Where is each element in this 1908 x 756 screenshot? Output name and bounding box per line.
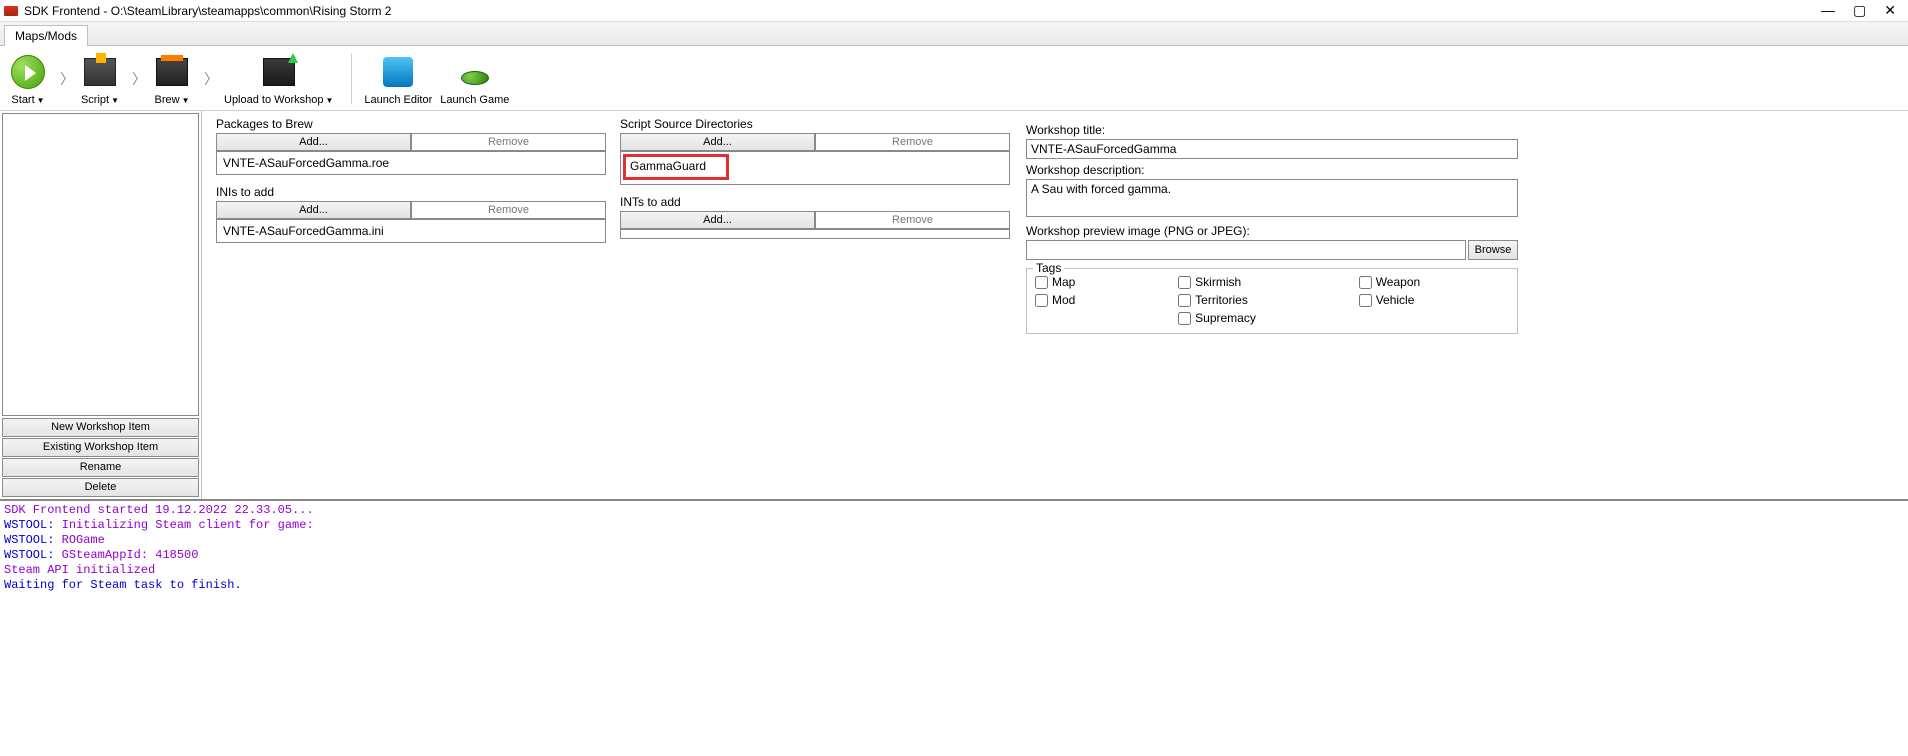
console-line: WSTOOL: GSteamAppId: 418500 — [4, 548, 1904, 563]
new-workshop-item-button[interactable]: New Workshop Item — [2, 418, 199, 437]
play-icon — [11, 55, 45, 89]
ints-remove-button[interactable]: Remove — [815, 211, 1010, 229]
console-line: WSTOOL: Initializing Steam client for ga… — [4, 518, 1904, 533]
packages-add-button[interactable]: Add... — [216, 133, 411, 151]
start-button[interactable]: Start▼ — [8, 52, 48, 106]
tab-maps-mods[interactable]: Maps/Mods — [4, 25, 88, 46]
tags-legend: Tags — [1033, 261, 1064, 275]
tag-territories[interactable]: Territories — [1178, 293, 1345, 307]
upload-icon — [263, 58, 295, 86]
script-button[interactable]: Script▼ — [80, 52, 120, 106]
workshop-title-input[interactable] — [1026, 139, 1518, 159]
brew-icon — [156, 58, 188, 86]
tag-skirmish[interactable]: Skirmish — [1178, 275, 1345, 289]
tags-group: Tags Map Skirmish Weapon Mod Territories… — [1026, 268, 1518, 334]
titlebar: SDK Frontend - O:\SteamLibrary\steamapps… — [0, 0, 1908, 22]
console-output[interactable]: SDK Frontend started 19.12.2022 22.33.05… — [0, 499, 1908, 749]
ints-add-button[interactable]: Add... — [620, 211, 815, 229]
launch-game-button[interactable]: Launch Game — [440, 52, 509, 106]
scripts-add-button[interactable]: Add... — [620, 133, 815, 151]
editor-icon — [383, 57, 413, 87]
window-title: SDK Frontend - O:\SteamLibrary\steamapps… — [24, 4, 1821, 18]
panel-title: Script Source Directories — [620, 117, 1010, 131]
workshop-preview-input[interactable] — [1026, 240, 1466, 260]
left-panel: New Workshop Item Existing Workshop Item… — [0, 111, 202, 499]
maximize-button[interactable]: ▢ — [1853, 2, 1866, 19]
toolbar: Start▼ 〉 Script▼ 〉 Brew▼ 〉 Upload to Wor… — [0, 46, 1908, 111]
workshop-desc-label: Workshop description: — [1026, 163, 1518, 177]
tag-vehicle[interactable]: Vehicle — [1359, 293, 1509, 307]
inis-add-button[interactable]: Add... — [216, 201, 411, 219]
packages-remove-button[interactable]: Remove — [411, 133, 606, 151]
inis-list[interactable]: VNTE-ASauForcedGamma.ini — [216, 219, 606, 243]
rename-button[interactable]: Rename — [2, 458, 199, 477]
console-line: SDK Frontend started 19.12.2022 22.33.05… — [4, 503, 1904, 518]
browse-button[interactable]: Browse — [1468, 240, 1518, 260]
close-button[interactable]: ✕ — [1884, 2, 1896, 19]
chevron-icon: 〉 — [60, 69, 74, 89]
panel-title: Packages to Brew — [216, 117, 606, 131]
panel-title: INIs to add — [216, 185, 606, 199]
workshop-properties: Workshop title: Workshop description: A … — [1024, 117, 1522, 493]
console-line: WSTOOL: ROGame — [4, 533, 1904, 548]
existing-workshop-item-button[interactable]: Existing Workshop Item — [2, 438, 199, 457]
panel-title: INTs to add — [620, 195, 1010, 209]
tag-map[interactable]: Map — [1035, 275, 1164, 289]
ribbon-tabs: Maps/Mods — [0, 22, 1908, 46]
scripts-panel: Script Source Directories Add... Remove … — [620, 117, 1010, 185]
workshop-title-label: Workshop title: — [1026, 123, 1518, 137]
console-line: Waiting for Steam task to finish. — [4, 578, 1904, 593]
tag-weapon[interactable]: Weapon — [1359, 275, 1509, 289]
separator — [351, 54, 352, 104]
console-line: Steam API initialized — [4, 563, 1904, 578]
list-item[interactable]: VNTE-ASauForcedGamma.roe — [223, 156, 599, 170]
packages-list[interactable]: VNTE-ASauForcedGamma.roe — [216, 151, 606, 175]
packages-panel: Packages to Brew Add... Remove VNTE-ASau… — [216, 117, 606, 175]
chevron-icon: 〉 — [204, 69, 218, 89]
minimize-button[interactable]: — — [1821, 2, 1835, 19]
ints-list[interactable] — [620, 229, 1010, 239]
launch-editor-button[interactable]: Launch Editor — [364, 52, 432, 106]
ints-panel: INTs to add Add... Remove — [620, 195, 1010, 239]
app-icon — [4, 6, 18, 16]
list-item[interactable]: VNTE-ASauForcedGamma.ini — [223, 224, 599, 238]
workshop-items-tree[interactable] — [2, 113, 199, 416]
tag-mod[interactable]: Mod — [1035, 293, 1164, 307]
brew-button[interactable]: Brew▼ — [152, 52, 192, 106]
workshop-preview-label: Workshop preview image (PNG or JPEG): — [1026, 224, 1518, 238]
list-item[interactable]: GammaGuard — [623, 154, 729, 180]
upload-button[interactable]: Upload to Workshop▼ — [224, 52, 333, 106]
delete-button[interactable]: Delete — [2, 478, 199, 497]
scripts-remove-button[interactable]: Remove — [815, 133, 1010, 151]
inis-remove-button[interactable]: Remove — [411, 201, 606, 219]
script-icon — [84, 58, 116, 86]
scripts-list[interactable]: GammaGuard — [620, 151, 1010, 185]
tag-supremacy[interactable]: Supremacy — [1178, 311, 1345, 325]
inis-panel: INIs to add Add... Remove VNTE-ASauForce… — [216, 185, 606, 243]
launch-game-icon — [461, 71, 489, 85]
workshop-desc-input[interactable]: A Sau with forced gamma. — [1026, 179, 1518, 217]
chevron-icon: 〉 — [132, 69, 146, 89]
